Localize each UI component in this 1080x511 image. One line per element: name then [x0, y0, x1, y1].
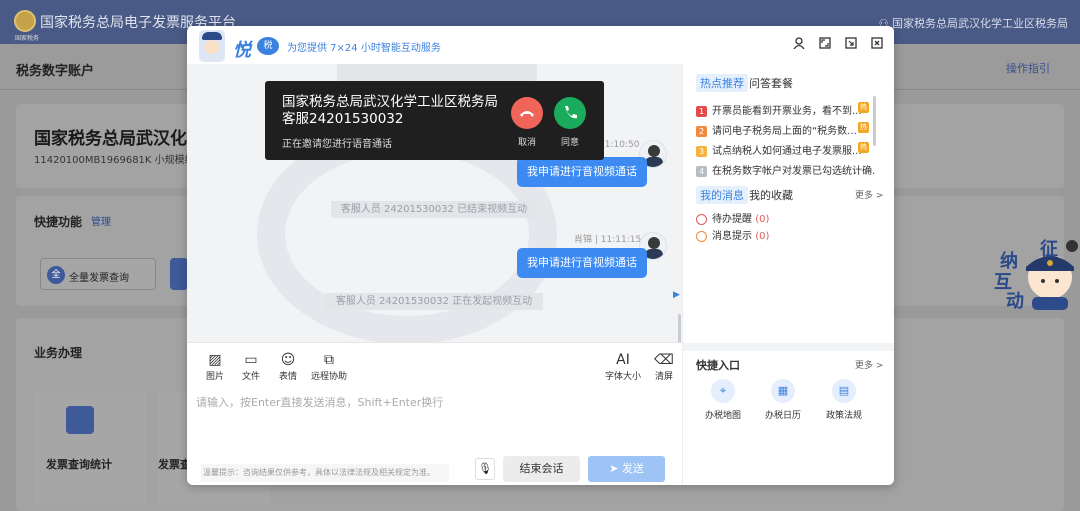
- user-icon[interactable]: [791, 37, 807, 53]
- message-meta: 肖锦 | 11:11:15: [574, 235, 642, 245]
- calendar-icon: ▦: [771, 379, 795, 403]
- quick-entry-title: 快捷入口: [696, 359, 740, 372]
- disclaimer-tip: 温馨提示：咨询结果仅供参考，具体以法律法规及相关规定为准。: [201, 464, 449, 482]
- clear-screen-button[interactable]: ⌫ 清屏: [644, 351, 684, 382]
- decline-label: 取消: [517, 138, 536, 148]
- hot-item[interactable]: 1 开票员能看到开票业务，看不到...: [696, 102, 876, 117]
- hot-item[interactable]: 3 试点纳税人如何通过电子发票服...: [696, 142, 876, 157]
- send-icon: ➤: [609, 462, 622, 475]
- panel-divider: [683, 343, 894, 351]
- tab-hot-topics[interactable]: 热点推荐: [696, 74, 748, 92]
- microphone-icon: 🎙: [478, 462, 492, 475]
- department-name[interactable]: ⚇ 国家税务总局武汉化学工业区税务局: [879, 15, 1068, 31]
- map-pin-icon: ⌖: [711, 379, 735, 403]
- accept-call-button[interactable]: [554, 97, 586, 129]
- image-icon: ▨: [208, 352, 222, 368]
- document-icon: ▤: [832, 379, 856, 403]
- voice-call-popup: 国家税务总局武汉化学工业区税务局客服24201530032 正在邀请您进行语音通…: [265, 81, 604, 160]
- phone-icon: [565, 106, 577, 119]
- hot-tag: 热: [858, 142, 869, 153]
- input-toolbar: ▨ 图片 ▭ 文件 ☺ 表情 ⧉ 远程协助 AI 字体大小 ⌫ 清屏: [187, 342, 682, 386]
- chat-scrollbar[interactable]: [678, 314, 681, 342]
- remote-assist-button[interactable]: ⧉ 远程协助: [309, 351, 349, 382]
- page-title: 税务数字账户: [16, 64, 95, 79]
- business-title: 业务办理: [34, 346, 83, 360]
- chat-bubble: 我申请进行音视频通话: [517, 248, 647, 278]
- hot-item[interactable]: 4 在税务数字帐户对发票已勾选统计确...: [696, 162, 876, 177]
- mascot-word: 动: [1006, 291, 1024, 312]
- hot-item[interactable]: 2 请问电子税务局上面的“税务数...: [696, 122, 876, 137]
- invoice-stats-tile[interactable]: 发票查询统计: [34, 392, 146, 504]
- hot-tag: 热: [858, 102, 869, 113]
- right-panel: 热点推荐 问答套餐 1 开票员能看到开票业务，看不到... 热 2 请问电子税务局上…: [682, 64, 894, 485]
- quick-manage-link[interactable]: 管理: [91, 213, 111, 228]
- message-meta: 11:10:50: [599, 140, 640, 150]
- call-status: 正在邀请您进行语音通话: [282, 139, 392, 150]
- quick-function-button-2[interactable]: [170, 258, 188, 290]
- brand-badge: 税: [257, 37, 279, 55]
- company-name: 国家税务总局武汉化: [34, 129, 187, 149]
- hangup-icon: [520, 111, 534, 117]
- tax-id: 11420100MB1969681K 小规模纳: [34, 155, 195, 166]
- folder-icon: ▭: [244, 352, 258, 368]
- tax-emblem-icon: [14, 10, 36, 32]
- microphone-button[interactable]: 🎙: [475, 458, 495, 480]
- quick-functions-title: 快捷功能: [34, 215, 83, 229]
- invoice-search-icon: [66, 406, 94, 434]
- clock-icon: [696, 213, 707, 225]
- chat-bubble: 我申请进行音视频通话: [517, 157, 647, 187]
- eraser-icon: ⌫: [654, 352, 674, 368]
- emoji-icon: ☺: [280, 352, 296, 368]
- assistant-avatar: [199, 30, 225, 62]
- end-session-button[interactable]: 结束会话: [503, 456, 580, 482]
- more-entries-link[interactable]: 更多 >: [855, 358, 883, 371]
- tax-calendar-entry[interactable]: ▦ 办税日历: [755, 379, 811, 421]
- message-notice[interactable]: 消息提示 (0): [696, 227, 769, 242]
- policy-entry[interactable]: ▤ 政策法规: [816, 379, 872, 421]
- full-invoice-query-button[interactable]: 全 全量发票查询: [40, 258, 156, 290]
- todo-reminder[interactable]: 待办提醒 (0): [696, 210, 769, 225]
- emoji-button[interactable]: ☺ 表情: [268, 351, 308, 382]
- font-icon: AI: [616, 352, 630, 368]
- send-button[interactable]: ➤ 发送: [588, 456, 665, 482]
- brand-logo: 悦: [233, 40, 251, 61]
- dialog-header: 悦 税 为您提供 7×24 小时智能互动服务: [187, 26, 894, 64]
- tax-map-entry[interactable]: ⌖ 办税地图: [695, 379, 751, 421]
- invoice-icon: 全: [47, 266, 65, 284]
- file-button[interactable]: ▭ 文件: [231, 351, 271, 382]
- operation-guide-link[interactable]: 操作指引: [1006, 60, 1050, 76]
- tab-qa-packages[interactable]: 问答套餐: [749, 75, 793, 91]
- emblem-caption: 国家税务: [15, 35, 40, 42]
- expand-panel-icon[interactable]: ▶: [673, 290, 680, 300]
- system-message: [337, 64, 537, 81]
- tab-my-messages[interactable]: 我的消息: [696, 186, 748, 204]
- hot-list-scrollbar[interactable]: [873, 96, 876, 146]
- hot-tag: 热: [858, 122, 869, 133]
- bell-icon: [696, 230, 707, 242]
- more-messages-link[interactable]: 更多 >: [855, 188, 883, 201]
- customer-service-dialog: 悦 税 为您提供 7×24 小时智能互动服务 11:10:50 我申请进行音视频…: [187, 26, 894, 485]
- decline-call-button[interactable]: [511, 97, 543, 129]
- system-message: 客服人员 24201530032 已结束视频互动: [331, 201, 537, 218]
- font-size-button[interactable]: AI 字体大小: [603, 351, 643, 382]
- expand-icon[interactable]: [817, 37, 833, 53]
- service-slogan: 为您提供 7×24 小时智能互动服务: [287, 43, 441, 54]
- tab-my-favorites[interactable]: 我的收藏: [749, 187, 793, 203]
- caller-name: 国家税务总局武汉化学工业区税务局客服24201530032: [282, 94, 498, 127]
- message-input[interactable]: 请输入，按Enter直接发送消息，Shift+Enter换行: [196, 394, 443, 410]
- remote-icon: ⧉: [324, 352, 334, 368]
- system-message: 客服人员 24201530032 正在发起视频互动: [325, 293, 543, 310]
- accept-label: 同意: [560, 138, 579, 148]
- image-button[interactable]: ▨ 图片: [195, 351, 235, 382]
- close-icon[interactable]: [869, 37, 885, 53]
- interaction-mascot[interactable]: 征 纳 互 动: [990, 235, 1080, 312]
- mascot-word: 征: [1040, 239, 1058, 260]
- minimize-icon[interactable]: [843, 37, 859, 53]
